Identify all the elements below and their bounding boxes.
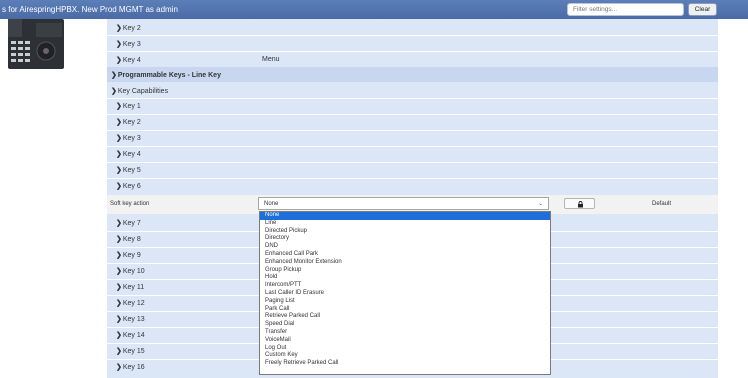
key-row[interactable]: ❯Key 3: [108, 37, 718, 51]
dropdown-option[interactable]: Line: [260, 220, 550, 228]
dropdown-option[interactable]: Enhanced Monitor Extension: [260, 259, 550, 267]
chevron-right-icon: ❯: [116, 252, 122, 259]
chevron-down-icon: ❯: [111, 72, 117, 79]
dropdown-option[interactable]: Last Caller ID Erasure: [260, 290, 550, 298]
key-row[interactable]: ❯Key 2: [108, 115, 718, 129]
soft-key-action-label: Soft key action: [110, 201, 150, 207]
key-label: Key 15: [122, 348, 145, 355]
key-value: Menu: [262, 56, 280, 63]
dropdown-option[interactable]: VoiceMail: [260, 337, 550, 345]
chevron-right-icon: ❯: [111, 88, 117, 95]
section-title: Programmable Keys - Line Key: [117, 72, 221, 79]
dropdown-option[interactable]: DND: [260, 243, 550, 251]
dropdown-option[interactable]: Custom Key: [260, 352, 550, 360]
phone-image: [8, 19, 66, 71]
chevron-right-icon: ❯: [116, 220, 122, 227]
key-label: Key 9: [122, 252, 141, 259]
chevron-right-icon: ❯: [116, 236, 122, 243]
row-divider: [107, 35, 718, 36]
dropdown-option[interactable]: Retrieve Parked Call: [260, 313, 550, 321]
dropdown-option[interactable]: Hold: [260, 274, 550, 282]
key-label: Key 12: [122, 300, 145, 307]
key-label: Key 8: [122, 236, 141, 243]
key-row[interactable]: ❯Key 4 Menu: [108, 53, 718, 67]
dropdown-option[interactable]: Directory: [260, 235, 550, 243]
dropdown-option[interactable]: Park Call: [260, 306, 550, 314]
lock-button[interactable]: [564, 198, 595, 209]
chevron-right-icon: ❯: [116, 119, 122, 126]
soft-key-action-select[interactable]: None ⌄: [258, 197, 549, 210]
key-label: Key 5: [122, 167, 141, 174]
key-6-row[interactable]: ❯Key 6: [108, 179, 718, 193]
key-row[interactable]: ❯Key 1: [108, 99, 718, 113]
key-capabilities-row[interactable]: ❯Key Capabilities: [107, 84, 717, 98]
chevron-right-icon: ❯: [116, 25, 122, 32]
dropdown-option[interactable]: Freely Retrieve Parked Call: [260, 360, 550, 368]
section-header-programmable-keys[interactable]: ❯Programmable Keys - Line Key: [107, 67, 718, 82]
lock-icon: [578, 201, 583, 208]
chevron-right-icon: ❯: [116, 57, 122, 64]
key-row[interactable]: ❯Key 2: [108, 21, 718, 35]
key-label: Key 16: [122, 364, 145, 371]
key-label: Key 3: [122, 41, 141, 48]
soft-key-action-dropdown: None Line Directed Pickup Directory DND …: [259, 211, 551, 375]
chevron-right-icon: ❯: [116, 167, 122, 174]
key-label: Key 11: [122, 284, 145, 291]
select-value: None: [264, 201, 279, 207]
key-label: Key 4: [122, 57, 141, 64]
key-row[interactable]: ❯Key 5: [108, 163, 718, 177]
key-label: Key 1: [122, 103, 141, 110]
key-capabilities-label: Key Capabilities: [117, 88, 169, 95]
dropdown-option[interactable]: None: [260, 212, 550, 220]
key-label: Key 2: [122, 25, 141, 32]
chevron-right-icon: ❯: [116, 300, 122, 307]
chevron-right-icon: ❯: [116, 284, 122, 291]
key-row[interactable]: ❯Key 4: [108, 147, 718, 161]
key-label: Key 2: [122, 119, 141, 126]
chevron-down-icon: ⌄: [538, 201, 543, 207]
clear-button[interactable]: Clear: [688, 3, 717, 16]
key-label: Key 13: [122, 316, 145, 323]
key-label: Key 7: [122, 220, 141, 227]
default-label: Default: [652, 201, 672, 207]
dropdown-option[interactable]: Transfer: [260, 329, 550, 337]
chevron-right-icon: ❯: [116, 268, 122, 275]
chevron-right-icon: ❯: [116, 364, 122, 371]
window-title: s for AirespringHPBX. New Prod MGMT as a…: [2, 5, 178, 14]
dropdown-option[interactable]: Group Pickup: [260, 267, 550, 275]
chevron-down-icon: ❯: [116, 183, 122, 190]
dropdown-option[interactable]: Paging List: [260, 298, 550, 306]
chevron-right-icon: ❯: [116, 316, 122, 323]
title-bar: s for AirespringHPBX. New Prod MGMT as a…: [0, 0, 748, 19]
chevron-right-icon: ❯: [116, 348, 122, 355]
chevron-right-icon: ❯: [116, 103, 122, 110]
key-label: Key 6: [122, 183, 141, 190]
chevron-right-icon: ❯: [116, 332, 122, 339]
dropdown-option[interactable]: Intercom/PTT: [260, 282, 550, 290]
key-label: Key 4: [122, 151, 141, 158]
key-label: Key 3: [122, 135, 141, 142]
dropdown-option[interactable]: Speed Dial: [260, 321, 550, 329]
chevron-right-icon: ❯: [116, 41, 122, 48]
filter-settings-input[interactable]: [567, 3, 684, 16]
dropdown-option[interactable]: Enhanced Call Park: [260, 251, 550, 259]
row-divider: [107, 51, 718, 52]
dropdown-option[interactable]: Log Out: [260, 345, 550, 353]
chevron-right-icon: ❯: [116, 151, 122, 158]
dropdown-option[interactable]: Directed Pickup: [260, 228, 550, 236]
chevron-right-icon: ❯: [116, 135, 122, 142]
key-label: Key 10: [122, 268, 145, 275]
key-row[interactable]: ❯Key 3: [108, 131, 718, 145]
key-label: Key 14: [122, 332, 145, 339]
